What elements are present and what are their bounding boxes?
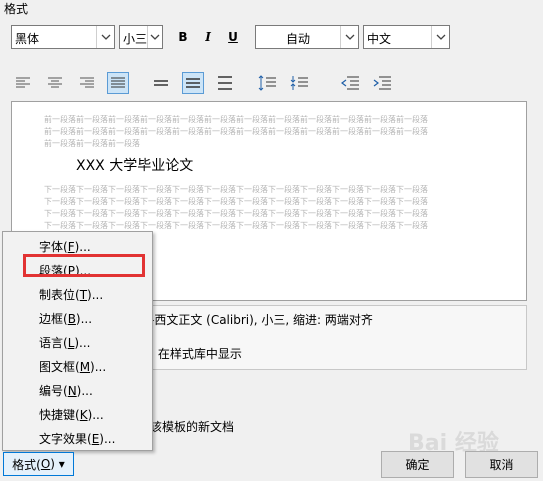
chevron-down-icon[interactable] bbox=[431, 26, 449, 48]
decrease-paragraph-spacing-icon[interactable] bbox=[288, 72, 310, 94]
language-value: 中文 bbox=[367, 32, 392, 46]
description-line-1: -西文正文 (Calibri), 小三, 缩进: 两端对齐 bbox=[150, 313, 373, 327]
menu-item-border[interactable]: 边框(B)... bbox=[39, 310, 92, 327]
single-spacing-icon[interactable] bbox=[150, 72, 172, 94]
menu-item-text-effects[interactable]: 文字效果(E)... bbox=[39, 430, 115, 447]
one-half-spacing-icon[interactable] bbox=[182, 72, 204, 94]
increase-indent-icon[interactable] bbox=[371, 72, 393, 94]
increase-paragraph-spacing-icon[interactable] bbox=[256, 72, 278, 94]
ok-button[interactable]: 确定 bbox=[381, 451, 454, 478]
language-combo[interactable]: 中文 bbox=[363, 25, 450, 49]
preview-prev-line: 前一段落前一段落前一段落前一段落前一段落前一段落前一段落前一段落前一段落前一段落… bbox=[44, 127, 428, 136]
decrease-indent-icon[interactable] bbox=[339, 72, 361, 94]
paragraph-highlight-box bbox=[23, 254, 145, 277]
underline-button[interactable]: U bbox=[222, 26, 244, 48]
menu-item-shortcut-key[interactable]: 快捷键(K)... bbox=[39, 406, 104, 423]
menu-item-frame[interactable]: 图文框(M)... bbox=[39, 358, 106, 375]
format-menu-button[interactable]: 格式(O) ▾ bbox=[3, 452, 74, 476]
preview-next-line: 下一段落下一段落下一段落下一段落下一段落下一段落下一段落下一段落下一段落下一段落… bbox=[44, 185, 428, 194]
align-right-icon[interactable] bbox=[76, 72, 98, 94]
preview-prev-line: 前一段落前一段落前一段落 bbox=[44, 139, 140, 148]
chevron-down-icon[interactable] bbox=[147, 26, 162, 48]
chevron-down-icon[interactable] bbox=[340, 26, 358, 48]
preview-next-line: 下一段落下一段落下一段落下一段落下一段落下一段落下一段落下一段落下一段落下一段落… bbox=[44, 221, 428, 230]
align-left-icon[interactable] bbox=[12, 72, 34, 94]
font-name-value: 黑体 bbox=[15, 32, 40, 46]
preview-next-line: 下一段落下一段落下一段落下一段落下一段落下一段落下一段落下一段落下一段落下一段落… bbox=[44, 197, 428, 206]
font-color-value: 自动 bbox=[286, 32, 311, 46]
menu-item-language[interactable]: 语言(L)... bbox=[39, 334, 91, 351]
menu-item-tabs[interactable]: 制表位(T)... bbox=[39, 286, 103, 303]
preview-sample-text: XXX 大学毕业论文 bbox=[76, 158, 194, 174]
font-color-combo[interactable]: 自动 bbox=[255, 25, 359, 49]
align-center-icon[interactable] bbox=[44, 72, 66, 94]
template-option-label: 该模板的新文档 bbox=[150, 420, 235, 434]
double-spacing-icon[interactable] bbox=[214, 72, 236, 94]
font-size-combo[interactable]: 小三 bbox=[119, 25, 163, 49]
menu-item-font[interactable]: 字体(F)... bbox=[39, 238, 91, 255]
font-name-combo[interactable]: 黑体 bbox=[11, 25, 115, 49]
menu-item-numbering[interactable]: 编号(N)... bbox=[39, 382, 93, 399]
cancel-button[interactable]: 取消 bbox=[465, 451, 538, 478]
font-size-value: 小三 bbox=[123, 32, 148, 46]
align-justify-icon[interactable] bbox=[107, 72, 129, 94]
format-section-title: 格式 bbox=[4, 2, 29, 16]
chevron-down-icon[interactable] bbox=[96, 26, 114, 48]
bold-button[interactable]: B bbox=[172, 26, 194, 48]
preview-prev-line: 前一段落前一段落前一段落前一段落前一段落前一段落前一段落前一段落前一段落前一段落… bbox=[44, 115, 428, 124]
preview-next-line: 下一段落下一段落下一段落下一段落下一段落下一段落下一段落下一段落下一段落下一段落… bbox=[44, 209, 428, 218]
description-line-2: : 在样式库中显示 bbox=[150, 347, 242, 361]
italic-button[interactable]: I bbox=[197, 26, 219, 48]
